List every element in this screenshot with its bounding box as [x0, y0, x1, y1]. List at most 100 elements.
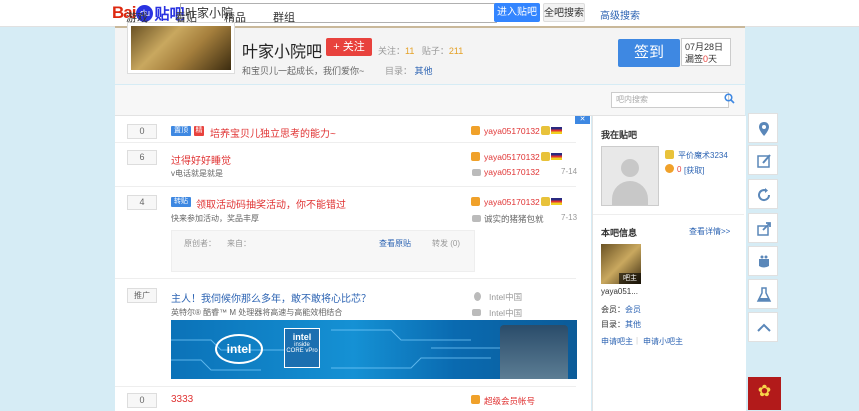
member-row: 会员：会员 [601, 304, 641, 315]
view-original-link[interactable]: 查看原贴 [379, 238, 411, 249]
top-badge: 置顶 [171, 126, 191, 136]
chip-line2: CORE vPro [286, 348, 318, 354]
user-level-icon [471, 197, 480, 206]
row-divider [115, 386, 576, 387]
catalog-row: 目录：其他 [601, 319, 641, 330]
search-all-button[interactable]: 全吧搜索 [543, 3, 585, 22]
forum-info-title: 本吧信息 [601, 228, 638, 238]
forum-avatar-image [131, 26, 231, 70]
sign-streak: 漏签0天 [685, 53, 727, 65]
flask-icon [756, 287, 772, 302]
forum-search-icon[interactable] [724, 93, 735, 107]
posts-count: 211 [448, 46, 464, 56]
back-to-top-tool[interactable] [748, 312, 778, 342]
tab-threads[interactable]: 看贴 [175, 9, 197, 25]
badge-flag-icon [551, 198, 562, 205]
owner-name[interactable]: yaya051... [601, 287, 638, 296]
thread-title[interactable]: 领取活动码抽奖活动，你不能错过 [196, 196, 346, 211]
share-icon [757, 222, 771, 236]
thread-author[interactable]: yaya05170132 [484, 197, 540, 207]
forum-slogan: 和宝贝儿一起成长，我们爱你~ [242, 66, 365, 76]
lab-tool[interactable] [748, 279, 778, 309]
advanced-search-link[interactable]: 高级搜索 [600, 7, 640, 22]
thread-author[interactable]: yaya05170132 [484, 152, 540, 162]
sidebar-catalog-label: 目录： [601, 320, 625, 329]
share-tool[interactable] [748, 213, 778, 243]
forum-catalog: 目录： 其他 [385, 64, 433, 77]
thread-title[interactable]: 3333 [171, 394, 193, 405]
avatar-head [621, 159, 639, 177]
vip-icon [541, 152, 550, 161]
sign-in-date: 07月28日 漏签0天 [681, 38, 731, 66]
original-author-label: 原创者： [184, 239, 216, 248]
user-level-icon [471, 152, 480, 161]
follow-count: 11 [405, 46, 415, 56]
catalog-link[interactable]: 其他 [415, 66, 433, 76]
baidu-tieba-logo[interactable]: Bai du 贴吧 [112, 3, 184, 23]
reply-count: 4 [127, 195, 157, 210]
coin-icon [665, 164, 674, 173]
user-coins: 0 [677, 165, 682, 174]
post-tool[interactable] [748, 145, 778, 175]
thread-author[interactable]: Intel中国 [489, 291, 522, 303]
badge-flag-icon [551, 127, 562, 134]
user-avatar[interactable] [601, 146, 659, 206]
tab-featured[interactable]: 精品 [224, 9, 246, 25]
user-level-icon [471, 395, 480, 404]
get-coins-link[interactable]: [获取] [684, 165, 704, 176]
thread-title[interactable]: 主人！我伺候你那么多年，敢不敢将心比芯？ [171, 290, 371, 305]
edit-icon [757, 154, 771, 168]
avatar-body [612, 181, 648, 205]
tab-groups[interactable]: 群组 [273, 9, 295, 25]
thread-title[interactable]: 过得好好睡觉 [171, 152, 231, 167]
apply-small-owner-link[interactable]: 申请小吧主 [643, 336, 683, 347]
repost-badge: 转贴 [171, 197, 191, 207]
forum-title[interactable]: 叶家小院吧 [242, 38, 322, 62]
forum-search-input[interactable]: 吧内搜索 [611, 92, 729, 108]
app-tool[interactable] [748, 246, 778, 276]
thread-author[interactable]: yaya05170132 [484, 126, 540, 136]
follow-button[interactable]: + 关注 [326, 38, 372, 56]
thread-author[interactable]: 超级会员帐号 [484, 395, 535, 407]
last-reply-author[interactable]: Intel中国 [489, 307, 522, 319]
gift-icon[interactable]: ✿ [748, 377, 781, 410]
chevron-up-icon [757, 323, 771, 332]
sign-streak-prefix: 漏签 [685, 54, 704, 64]
location-tool[interactable] [748, 113, 778, 143]
apply-owner-link[interactable]: 申请吧主 [601, 336, 633, 347]
refresh-tool[interactable] [748, 179, 778, 209]
last-reply-author[interactable]: 诚实的猪猪包就 [484, 213, 544, 225]
badge-flag-icon [551, 153, 562, 160]
last-reply-time: 7-14 [561, 167, 578, 176]
catalog-label: 目录： [385, 66, 413, 76]
repost-count[interactable]: 转发 (0) [432, 238, 460, 249]
enter-forum-button[interactable]: 进入贴吧 [494, 3, 540, 22]
user-level-icon [665, 150, 674, 159]
chip-brand: intel [292, 332, 312, 342]
sign-in-button[interactable]: 签到 [618, 39, 680, 67]
vip-icon [541, 126, 550, 135]
last-reply-author[interactable]: yaya05170132 [484, 167, 540, 177]
user-name-link[interactable]: 平价魔术3234 [678, 150, 728, 161]
sidebar-catalog-link[interactable]: 其他 [625, 320, 641, 329]
reply-count: 0 [127, 124, 157, 139]
promotion-tag: 推广 [127, 288, 157, 303]
sidebar-divider [593, 214, 744, 215]
thread-title[interactable]: 培养宝贝儿独立思考的能力~ [210, 125, 336, 140]
sign-streak-suffix: 天 [708, 54, 718, 64]
featured-badge: 精 [194, 126, 204, 136]
thread-abstract: 英特尔® 酷睿™ M 处理器将高速与高能效相结合 [171, 308, 343, 317]
last-reply-icon [472, 215, 481, 222]
posts-label: 贴子： [421, 46, 449, 56]
last-reply-icon [472, 169, 481, 176]
location-pin-icon [759, 122, 769, 136]
intel-core-chip-icon: intel inside CORE vPro [284, 328, 320, 368]
row-divider [115, 278, 576, 279]
close-corner-icon[interactable]: ✕ [575, 116, 590, 124]
tab-games[interactable]: 游戏 [126, 9, 148, 25]
app-icon [759, 255, 769, 268]
forum-avatar[interactable] [127, 22, 235, 74]
in-forum-title: 我在贴吧 [601, 130, 638, 140]
member-link[interactable]: 会员 [625, 305, 641, 314]
view-details-link[interactable]: 查看详情>> [689, 226, 730, 237]
